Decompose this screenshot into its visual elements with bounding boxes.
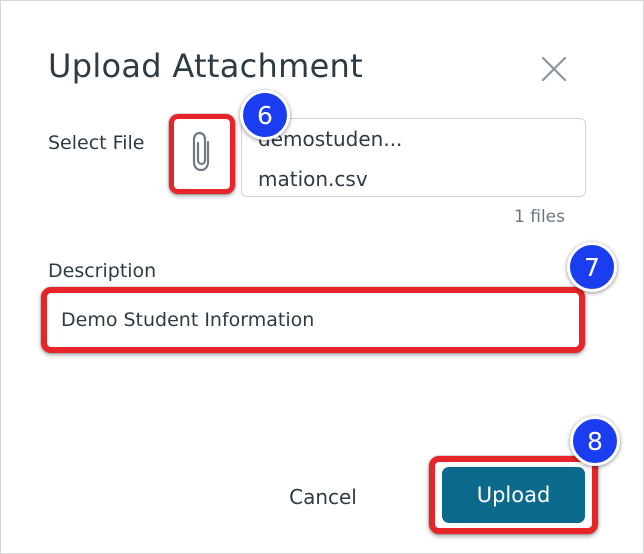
- select-file-label: Select File: [48, 132, 145, 154]
- attach-file-button[interactable]: [169, 114, 235, 194]
- description-input[interactable]: [61, 305, 561, 335]
- description-label: Description: [48, 260, 157, 282]
- dialog-title: Upload Attachment: [48, 47, 363, 85]
- selected-file-display: demostuden... mation.csv: [241, 118, 586, 197]
- step-badge-6: 6: [240, 90, 290, 140]
- step-badge-7: 7: [567, 242, 617, 292]
- close-icon[interactable]: [537, 52, 571, 86]
- file-name-line-2: mation.csv: [258, 167, 368, 191]
- file-count: 1 files: [514, 207, 565, 227]
- upload-button[interactable]: Upload: [442, 467, 585, 523]
- upload-button-highlight: Upload: [429, 456, 598, 534]
- paperclip-icon: [188, 130, 216, 178]
- description-field-highlight: [41, 287, 585, 353]
- upload-attachment-dialog: Upload Attachment Select File demostuden…: [0, 0, 644, 554]
- step-badge-8: 8: [570, 416, 620, 466]
- cancel-button[interactable]: Cancel: [263, 475, 383, 519]
